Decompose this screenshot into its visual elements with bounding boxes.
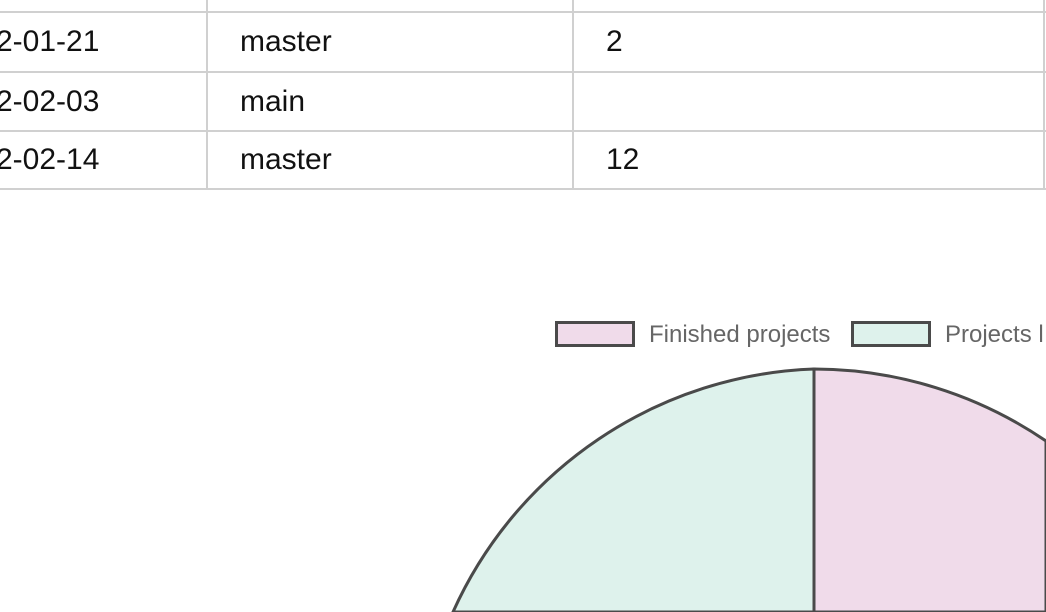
pie-slice-projects-l[interactable] (451, 367, 816, 612)
pie-slice-finished-projects[interactable] (812, 367, 1046, 612)
pie-chart (451, 367, 1046, 612)
